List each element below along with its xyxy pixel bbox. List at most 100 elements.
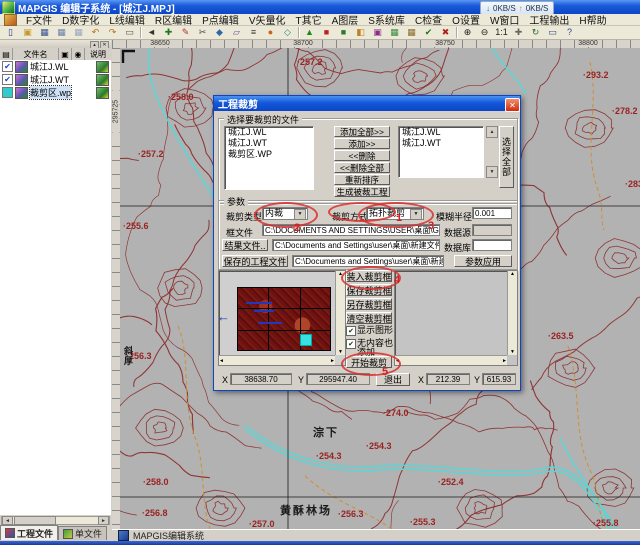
palette-icon[interactable]: ◧: [352, 25, 369, 40]
add-all-button[interactable]: 添加全部>>: [334, 126, 390, 137]
select-all-button[interactable]: 选择全部: [499, 126, 514, 188]
remove-all-button[interactable]: <<删除全部: [334, 162, 390, 173]
topology-icon[interactable]: ◇: [279, 25, 296, 40]
file-row-2[interactable]: 裁剪区.wp: [0, 86, 111, 99]
zoom-in-icon[interactable]: ⊕: [459, 25, 476, 40]
pan-icon[interactable]: ✚: [510, 25, 527, 40]
elevation-label: ·258.0: [168, 92, 194, 102]
help-icon[interactable]: ?: [561, 25, 578, 40]
selected-file-list[interactable]: 城江J.WL城江J.WT: [398, 126, 484, 178]
attribute-icon[interactable]: ≡: [245, 25, 262, 40]
add-point-icon[interactable]: ✚: [160, 25, 177, 40]
refresh-icon[interactable]: ↻: [527, 25, 544, 40]
add-even-empty-checkbox[interactable]: ✔: [346, 339, 356, 349]
redo-icon[interactable]: ↷: [104, 25, 121, 40]
ruler-tick-38800: 38800: [576, 40, 599, 47]
clear-clip-frame-button[interactable]: 清空裁剪框: [346, 312, 392, 324]
remove-button[interactable]: <<删除: [334, 150, 390, 161]
save-all-icon[interactable]: ▦: [53, 25, 70, 40]
annotation-digit-2: 2: [294, 222, 300, 234]
annotation-digit-3: 3: [428, 220, 434, 232]
move-node-icon[interactable]: ◆: [211, 25, 228, 40]
save-copy-icon[interactable]: ▦: [70, 25, 87, 40]
result-preview[interactable]: ▲▼ ◄►: [394, 270, 518, 366]
window-icon[interactable]: ▭: [544, 25, 561, 40]
list-scroll-up-icon[interactable]: ▲: [486, 126, 498, 138]
panel-hscrollbar[interactable]: ◄ ►: [1, 516, 110, 525]
checkbox-label: 显示图形: [357, 326, 395, 335]
scroll-right-icon[interactable]: ►: [98, 516, 109, 525]
edit-line-icon[interactable]: ✎: [177, 25, 194, 40]
polygon-icon[interactable]: ▱: [228, 25, 245, 40]
fill-green-icon[interactable]: ■: [335, 25, 352, 40]
new-file-icon[interactable]: ▯: [2, 25, 19, 40]
project-file-panel: ▴ ✕ ▤ 文件名 ▣ ◉ 说明 ✔城江J.WL✔城江J.WT裁剪区.wp ◄ …: [0, 40, 113, 541]
preview-hscrollbar[interactable]: ◄►: [219, 355, 335, 365]
fill-red-icon[interactable]: ■: [318, 25, 335, 40]
file-visible-checkbox[interactable]: ✔: [2, 61, 13, 72]
grid-icon[interactable]: ▦: [386, 25, 403, 40]
zoom-out-icon[interactable]: ⊖: [476, 25, 493, 40]
tree-icon[interactable]: ▲: [301, 25, 318, 40]
file-name[interactable]: 城江J.WT: [30, 73, 69, 86]
apply-params-button[interactable]: 参数应用: [454, 255, 512, 267]
file-name[interactable]: 裁剪区.wp: [30, 86, 71, 99]
datasource-input[interactable]: [472, 224, 512, 236]
cut-icon[interactable]: ✂: [194, 25, 211, 40]
right-y-value: 615.93: [482, 373, 516, 385]
node-icon[interactable]: ●: [262, 25, 279, 40]
state-column-icon[interactable]: ▣: [59, 48, 72, 60]
source-file-list[interactable]: 城江J.WL城江J.WT裁剪区.WP: [224, 126, 314, 190]
clip-region-marker: [300, 334, 312, 346]
file-name-column[interactable]: 文件名: [13, 48, 59, 60]
eye-column-icon[interactable]: ◉: [72, 48, 85, 60]
file-row-1[interactable]: ✔ 城江J.WT: [0, 73, 111, 86]
result-file-path[interactable]: C:\Documents and Settings\user\桌面\新建文件夹\…: [272, 239, 440, 251]
result-vscrollbar[interactable]: ▲▼: [507, 271, 517, 355]
file-state-icon: [96, 61, 109, 73]
elevation-label: ·254.3: [316, 451, 342, 461]
undo-icon[interactable]: ↶: [87, 25, 104, 40]
save-as-clip-frame-button[interactable]: 另存裁剪框: [346, 298, 392, 310]
list-scroll-down-icon[interactable]: ▼: [486, 166, 498, 178]
tab-project-file[interactable]: 工程文件: [0, 525, 58, 540]
reorder-button[interactable]: 重新排序: [334, 174, 390, 185]
add-button[interactable]: 添加>>: [334, 138, 390, 149]
zoom-1-1-icon[interactable]: 1:1: [493, 25, 510, 40]
save-project-button[interactable]: 保存的工程文件: [222, 255, 288, 267]
dialog-close-icon[interactable]: ✕: [505, 98, 520, 112]
source-file-item[interactable]: 裁剪区.WP: [225, 149, 313, 160]
file-name[interactable]: 城江J.WL: [30, 60, 69, 73]
annotation-ellipse-5: [341, 352, 401, 376]
check-icon[interactable]: ✔: [420, 25, 437, 40]
delete-icon[interactable]: ✖: [437, 25, 454, 40]
table-icon[interactable]: ▦: [403, 25, 420, 40]
pointer-icon[interactable]: ◄: [143, 25, 160, 40]
save-icon[interactable]: ▦: [36, 25, 53, 40]
result-hscrollbar[interactable]: ◄►: [395, 355, 507, 365]
database-input[interactable]: [472, 239, 512, 251]
file-visible-checkbox[interactable]: [2, 87, 13, 98]
open-project-icon[interactable]: ▣: [19, 25, 36, 40]
source-file-item[interactable]: 城江J.WT: [225, 138, 313, 149]
show-graphics-checkbox[interactable]: ✔: [346, 326, 356, 336]
selected-file-item[interactable]: 城江J.WT: [399, 138, 483, 149]
system-menu-icon[interactable]: [4, 14, 17, 26]
file-row-0[interactable]: ✔ 城江J.WL: [0, 60, 111, 73]
tab-single-file[interactable]: 单文件: [58, 526, 107, 540]
scroll-thumb[interactable]: [14, 516, 56, 525]
source-file-item[interactable]: 城江J.WL: [225, 127, 313, 138]
file-visible-checkbox[interactable]: ✔: [2, 74, 13, 85]
generate-clipped-project-button[interactable]: 生成被裁工程: [334, 186, 390, 197]
frame-file-label: 框文件: [226, 226, 253, 239]
selected-file-item[interactable]: 城江J.WL: [399, 127, 483, 138]
fuzzy-radius-input[interactable]: 0.001: [472, 207, 512, 219]
scroll-left-icon[interactable]: ◄: [2, 516, 13, 525]
print-icon[interactable]: ▭: [121, 25, 138, 40]
desc-column[interactable]: 说明: [85, 48, 111, 60]
clip-frame-preview[interactable]: ← ▲▼ ◄►: [218, 270, 346, 366]
menu-item-13[interactable]: H帮助: [574, 12, 611, 27]
dialog-title-bar[interactable]: 工程裁剪: [214, 96, 520, 111]
stamp-icon[interactable]: ▣: [369, 25, 386, 40]
result-file-button[interactable]: 结果文件..: [222, 239, 268, 251]
